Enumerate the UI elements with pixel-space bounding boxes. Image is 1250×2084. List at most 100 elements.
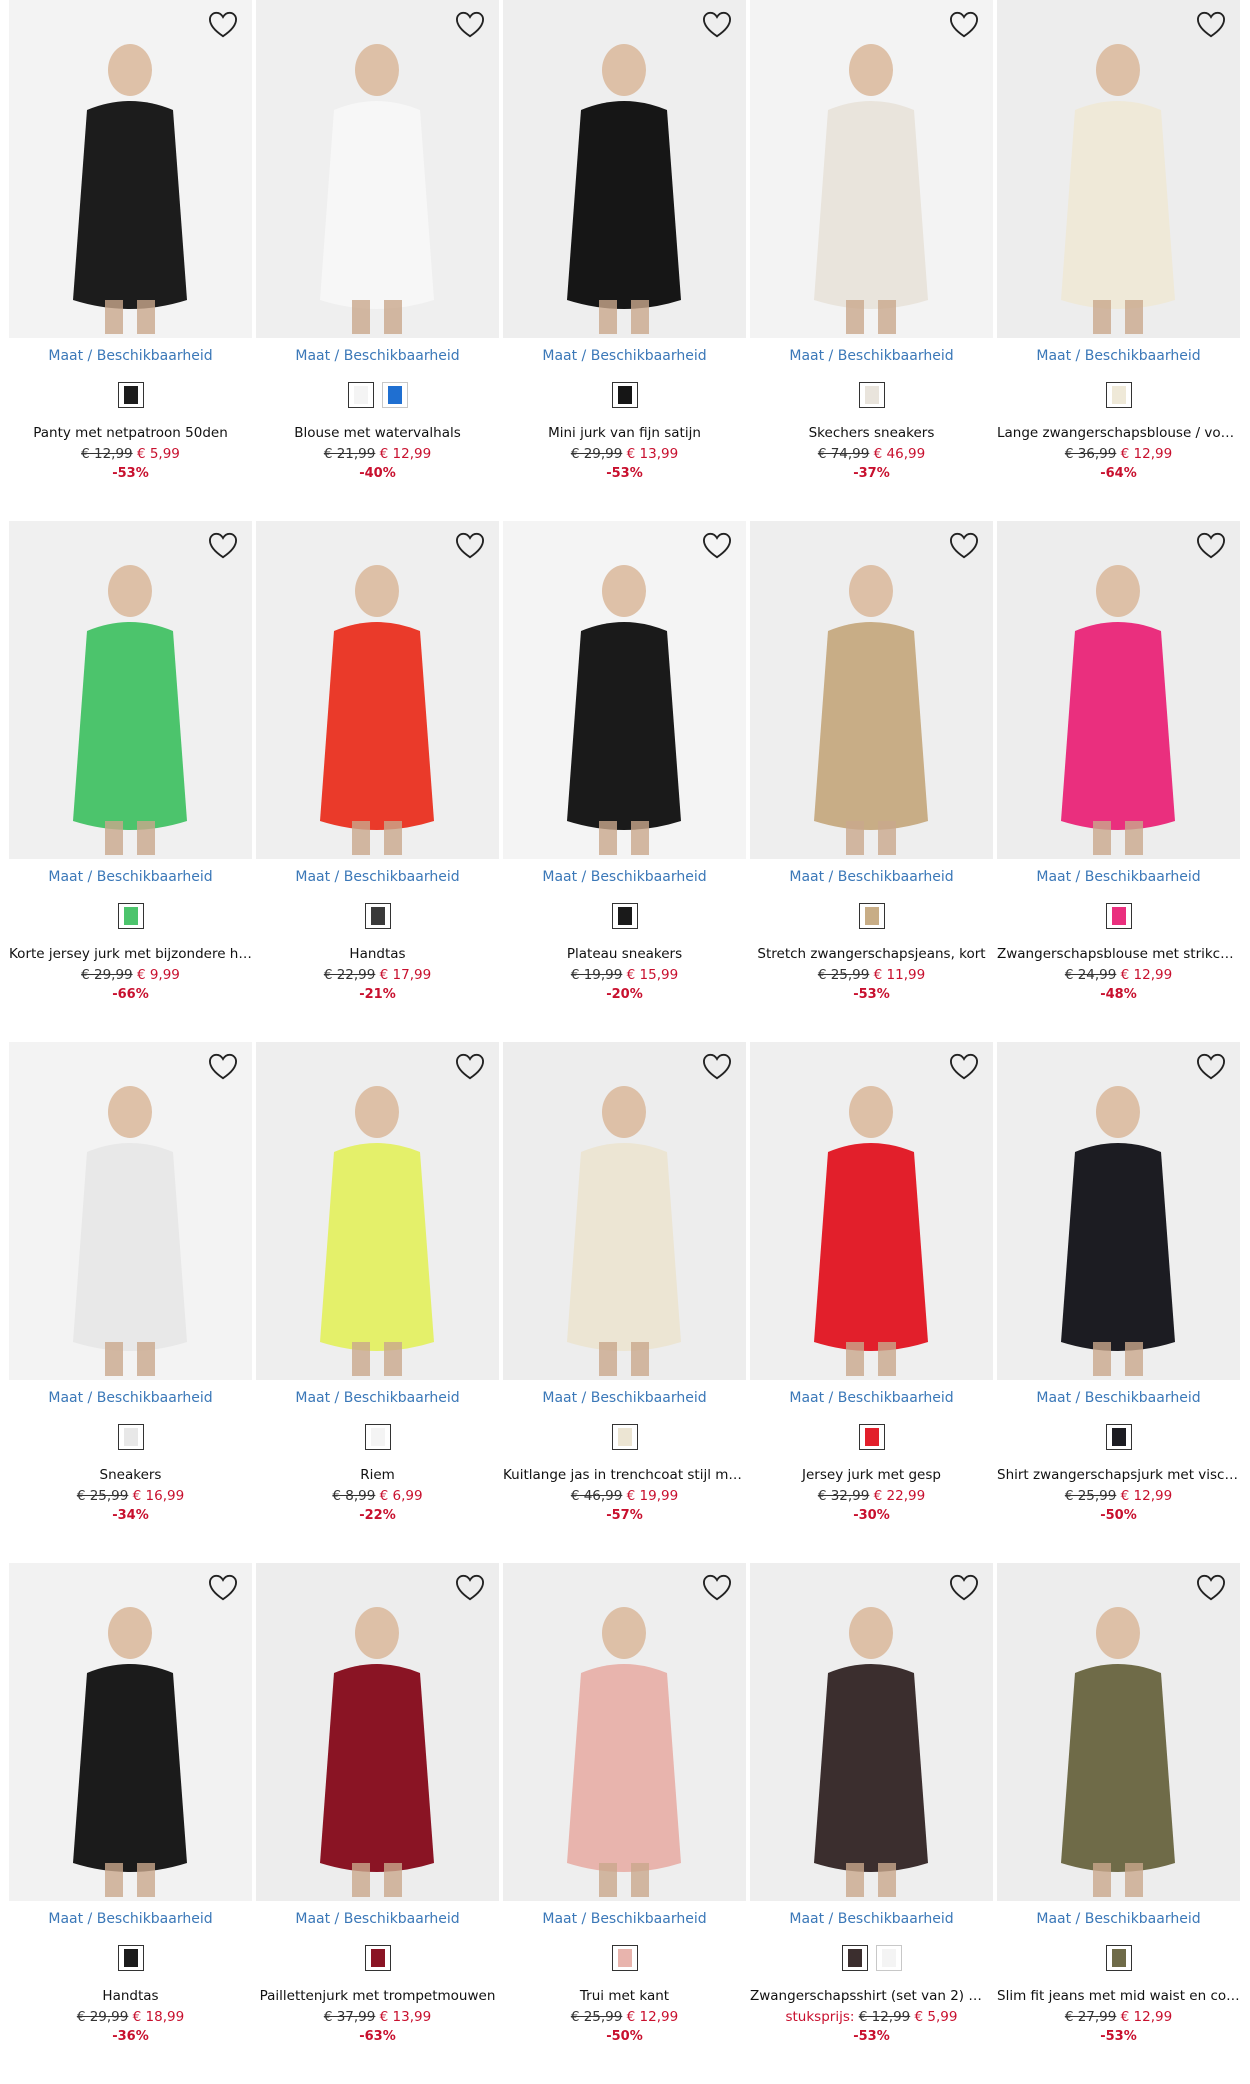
wishlist-heart-icon[interactable] (700, 8, 734, 42)
product-card[interactable]: Maat / Beschikbaarheid Skechers sneakers… (750, 0, 993, 521)
size-availability-link[interactable]: Maat / Beschikbaarheid (9, 1911, 252, 1927)
wishlist-heart-icon[interactable] (947, 8, 981, 42)
product-image[interactable] (750, 1042, 993, 1380)
product-card[interactable]: Maat / Beschikbaarheid Panty met netpatr… (9, 0, 252, 521)
color-swatch[interactable] (611, 382, 638, 408)
product-name[interactable]: Slim fit jeans met mid waist en comfortb… (997, 1988, 1240, 2004)
product-image[interactable] (997, 1563, 1240, 1901)
product-card[interactable]: Maat / Beschikbaarheid Sneakers € 25,99 … (9, 1042, 252, 1563)
product-image[interactable] (503, 1042, 746, 1380)
product-card[interactable]: Maat / Beschikbaarheid Paillettenjurk me… (256, 1563, 499, 2084)
product-card[interactable]: Maat / Beschikbaarheid Stretch zwangersc… (750, 521, 993, 1042)
product-card[interactable]: Maat / Beschikbaarheid Shirt zwangerscha… (997, 1042, 1240, 1563)
product-name[interactable]: Handtas (9, 1988, 252, 2004)
size-availability-link[interactable]: Maat / Beschikbaarheid (9, 348, 252, 364)
product-card[interactable]: Maat / Beschikbaarheid Kuitlange jas in … (503, 1042, 746, 1563)
product-card[interactable]: Maat / Beschikbaarheid Slim fit jeans me… (997, 1563, 1240, 2084)
color-swatch[interactable] (611, 1945, 638, 1971)
product-name[interactable]: Plateau sneakers (503, 946, 746, 962)
wishlist-heart-icon[interactable] (1194, 529, 1228, 563)
wishlist-heart-icon[interactable] (206, 1571, 240, 1605)
product-image[interactable] (9, 521, 252, 859)
color-swatch[interactable] (381, 382, 408, 408)
product-name[interactable]: Skechers sneakers (750, 425, 993, 441)
color-swatch[interactable] (841, 1945, 868, 1971)
color-swatch[interactable] (364, 1945, 391, 1971)
size-availability-link[interactable]: Maat / Beschikbaarheid (503, 869, 746, 885)
color-swatch[interactable] (611, 903, 638, 929)
color-swatch[interactable] (1105, 1945, 1132, 1971)
color-swatch[interactable] (117, 1424, 144, 1450)
size-availability-link[interactable]: Maat / Beschikbaarheid (9, 1390, 252, 1406)
product-image[interactable] (9, 1042, 252, 1380)
product-name[interactable]: Handtas (256, 946, 499, 962)
wishlist-heart-icon[interactable] (453, 529, 487, 563)
product-image[interactable] (503, 521, 746, 859)
wishlist-heart-icon[interactable] (206, 529, 240, 563)
color-swatch[interactable] (611, 1424, 638, 1450)
product-name[interactable]: Zwangerschapsblouse met strikceintuur (997, 946, 1240, 962)
product-name[interactable]: Korte jersey jurk met bijzondere halslij… (9, 946, 252, 962)
color-swatch[interactable] (117, 1945, 144, 1971)
wishlist-heart-icon[interactable] (700, 529, 734, 563)
product-image[interactable] (256, 1563, 499, 1901)
color-swatch[interactable] (875, 1945, 902, 1971)
product-image[interactable] (256, 1042, 499, 1380)
size-availability-link[interactable]: Maat / Beschikbaarheid (256, 869, 499, 885)
product-card[interactable]: Maat / Beschikbaarheid Zwangerschapsshir… (750, 1563, 993, 2084)
product-image[interactable] (997, 521, 1240, 859)
size-availability-link[interactable]: Maat / Beschikbaarheid (503, 1911, 746, 1927)
product-image[interactable] (503, 0, 746, 338)
product-image[interactable] (750, 0, 993, 338)
wishlist-heart-icon[interactable] (206, 8, 240, 42)
wishlist-heart-icon[interactable] (700, 1571, 734, 1605)
color-swatch[interactable] (117, 903, 144, 929)
product-name[interactable]: Stretch zwangerschapsjeans, kort (750, 946, 993, 962)
product-card[interactable]: Maat / Beschikbaarheid Zwangerschapsblou… (997, 521, 1240, 1042)
color-swatch[interactable] (858, 1424, 885, 1450)
color-swatch[interactable] (1105, 903, 1132, 929)
product-image[interactable] (997, 1042, 1240, 1380)
product-card[interactable]: Maat / Beschikbaarheid Lange zwangerscha… (997, 0, 1240, 521)
wishlist-heart-icon[interactable] (453, 8, 487, 42)
color-swatch[interactable] (117, 382, 144, 408)
product-card[interactable]: Maat / Beschikbaarheid Handtas € 29,99 €… (9, 1563, 252, 2084)
product-card[interactable]: Maat / Beschikbaarheid Plateau sneakers … (503, 521, 746, 1042)
product-card[interactable]: Maat / Beschikbaarheid Handtas € 22,99 €… (256, 521, 499, 1042)
wishlist-heart-icon[interactable] (1194, 1050, 1228, 1084)
product-name[interactable]: Lange zwangerschapsblouse / voedingsblou… (997, 425, 1240, 441)
size-availability-link[interactable]: Maat / Beschikbaarheid (750, 1390, 993, 1406)
size-availability-link[interactable]: Maat / Beschikbaarheid (256, 1911, 499, 1927)
color-swatch[interactable] (858, 382, 885, 408)
product-name[interactable]: Mini jurk van fijn satijn (503, 425, 746, 441)
wishlist-heart-icon[interactable] (947, 1050, 981, 1084)
product-card[interactable]: Maat / Beschikbaarheid Jersey jurk met g… (750, 1042, 993, 1563)
product-name[interactable]: Trui met kant (503, 1988, 746, 2004)
product-name[interactable]: Panty met netpatroon 50den (9, 425, 252, 441)
product-card[interactable]: Maat / Beschikbaarheid Mini jurk van fij… (503, 0, 746, 521)
wishlist-heart-icon[interactable] (453, 1571, 487, 1605)
product-card[interactable]: Maat / Beschikbaarheid Blouse met waterv… (256, 0, 499, 521)
color-swatch[interactable] (1105, 382, 1132, 408)
color-swatch[interactable] (364, 1424, 391, 1450)
product-image[interactable] (503, 1563, 746, 1901)
product-name[interactable]: Sneakers (9, 1467, 252, 1483)
product-name[interactable]: Zwangerschapsshirt (set van 2) met katoe… (750, 1988, 993, 2004)
product-card[interactable]: Maat / Beschikbaarheid Trui met kant € 2… (503, 1563, 746, 2084)
size-availability-link[interactable]: Maat / Beschikbaarheid (503, 348, 746, 364)
product-name[interactable]: Jersey jurk met gesp (750, 1467, 993, 1483)
wishlist-heart-icon[interactable] (700, 1050, 734, 1084)
wishlist-heart-icon[interactable] (1194, 8, 1228, 42)
size-availability-link[interactable]: Maat / Beschikbaarheid (997, 869, 1240, 885)
wishlist-heart-icon[interactable] (453, 1050, 487, 1084)
product-name[interactable]: Kuitlange jas in trenchcoat stijl met ce… (503, 1467, 746, 1483)
wishlist-heart-icon[interactable] (947, 529, 981, 563)
color-swatch[interactable] (1105, 1424, 1132, 1450)
size-availability-link[interactable]: Maat / Beschikbaarheid (997, 1390, 1240, 1406)
size-availability-link[interactable]: Maat / Beschikbaarheid (997, 348, 1240, 364)
size-availability-link[interactable]: Maat / Beschikbaarheid (750, 348, 993, 364)
size-availability-link[interactable]: Maat / Beschikbaarheid (997, 1911, 1240, 1927)
product-image[interactable] (750, 1563, 993, 1901)
product-name[interactable]: Shirt zwangerschapsjurk met viscose (997, 1467, 1240, 1483)
product-image[interactable] (256, 0, 499, 338)
